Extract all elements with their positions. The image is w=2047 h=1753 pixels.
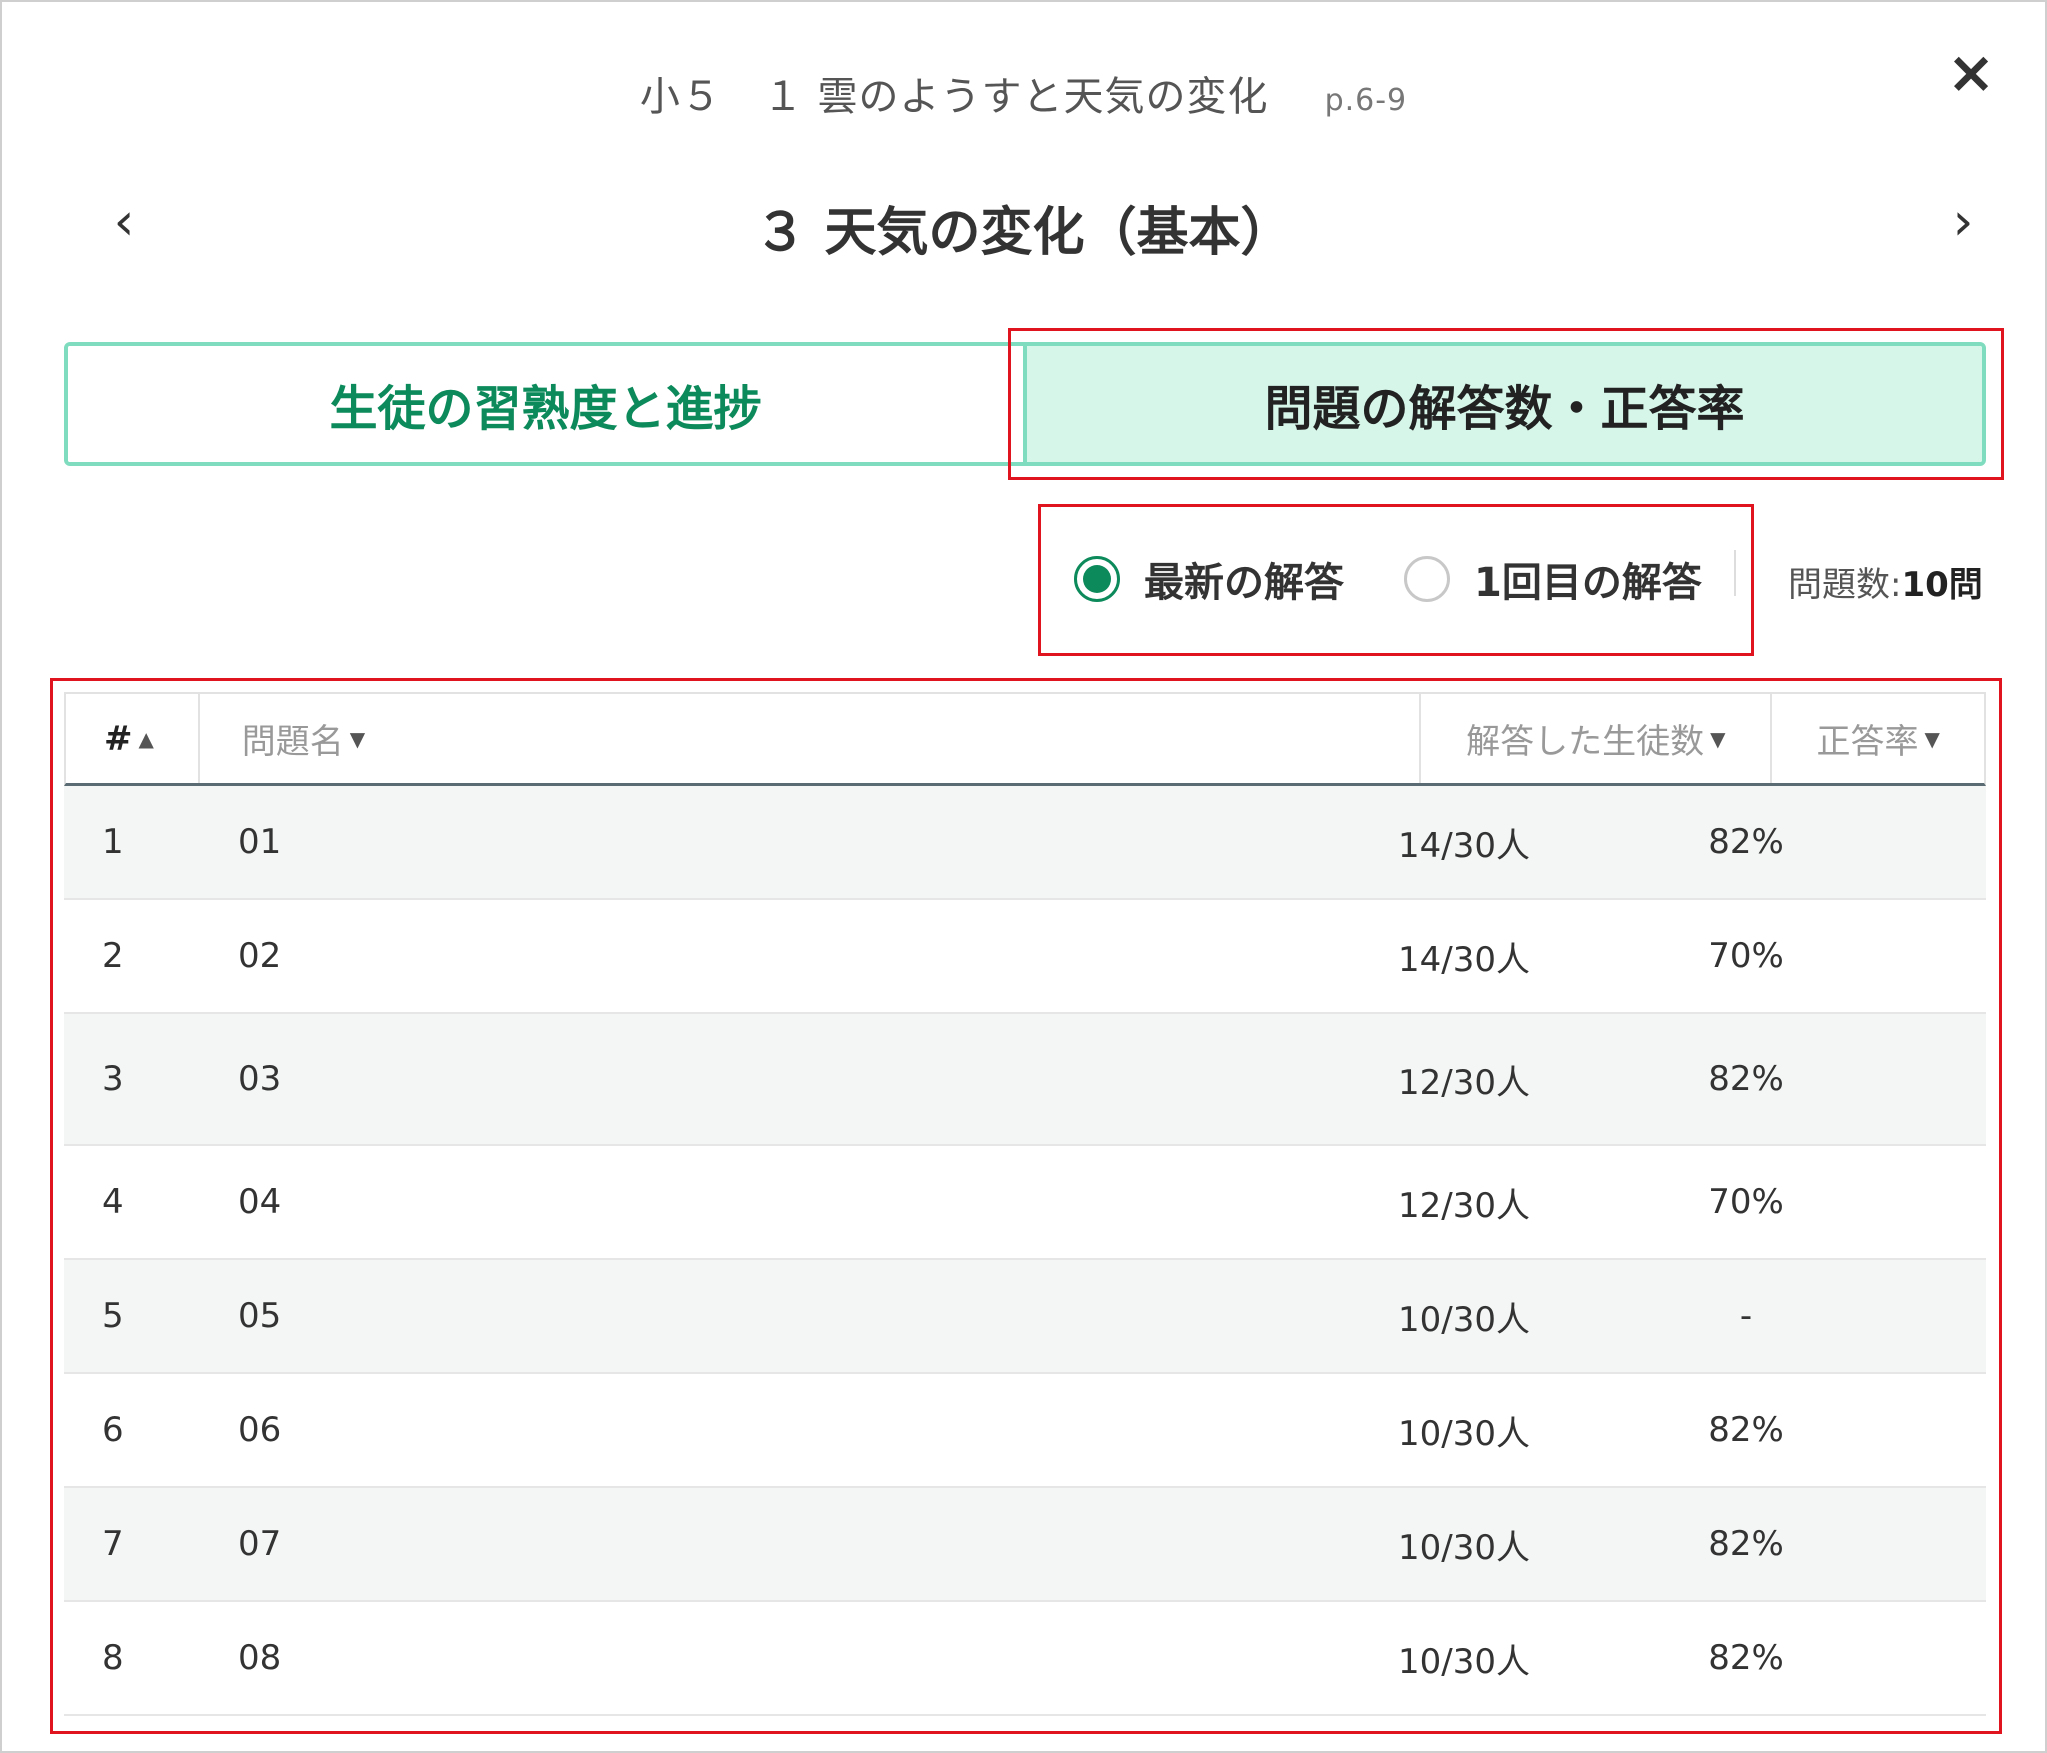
column-header-index[interactable]: # ▲ — [66, 694, 200, 783]
sort-desc-icon: ▼ — [1710, 726, 1726, 751]
question-count-value: 10問 — [1901, 565, 1983, 605]
chevron-right-icon[interactable]: › — [1933, 192, 1993, 252]
radio-checked-icon[interactable] — [1074, 556, 1120, 602]
row-correct-rate: 82% — [1708, 1638, 1784, 1678]
page-range: p.6-9 — [1324, 83, 1408, 118]
table-header: # ▲ 問題名 ▼ 解答した生徒数 ▼ 正答率 ▼ — [64, 692, 1986, 786]
modal-dialog: 小５ １ 雲のようすと天気の変化 p.6-9 × ‹ ３ 天気の変化（基本） › … — [0, 0, 2047, 1753]
tab-answer-stats[interactable]: 問題の解答数・正答率 — [1023, 346, 1982, 462]
tab-student-progress[interactable]: 生徒の習熟度と進捗 — [68, 346, 1023, 462]
column-header-name[interactable]: 問題名 ▼ — [200, 694, 1422, 783]
table-row[interactable]: 6 06 10/30人 82% — [64, 1374, 1986, 1488]
table-row[interactable]: 3 03 12/30人 82% — [64, 1014, 1986, 1146]
row-question-name: 08 — [238, 1638, 282, 1678]
sort-desc-icon: ▼ — [1924, 726, 1940, 751]
page-title: ３ 天気の変化（基本） — [754, 203, 1293, 263]
row-question-name: 06 — [238, 1410, 282, 1450]
row-correct-rate: 82% — [1708, 1410, 1784, 1450]
row-correct-rate: 70% — [1708, 936, 1784, 976]
breadcrumb-text: 小５ １ 雲のようすと天気の変化 — [639, 74, 1269, 120]
radio-label: 1回目の解答 — [1474, 560, 1702, 606]
row-answer-count: 12/30人 — [1398, 1062, 1530, 1103]
row-question-name: 02 — [238, 936, 282, 976]
row-question-name: 05 — [238, 1296, 282, 1336]
divider — [1734, 550, 1736, 596]
row-question-name: 07 — [238, 1524, 282, 1564]
sort-desc-icon: ▼ — [349, 726, 366, 751]
question-count: 問題数:10問 — [1788, 557, 1983, 606]
row-answer-count: 10/30人 — [1398, 1299, 1530, 1340]
row-correct-rate: 82% — [1708, 1524, 1784, 1564]
column-header-answer-count[interactable]: 解答した生徒数 ▼ — [1421, 694, 1773, 783]
row-correct-rate: - — [1739, 1296, 1753, 1336]
table-row[interactable]: 4 04 12/30人 70% — [64, 1146, 1986, 1260]
sort-asc-icon: ▲ — [138, 726, 154, 751]
row-correct-rate: 82% — [1708, 822, 1784, 862]
row-question-name: 04 — [238, 1182, 282, 1222]
row-question-name: 01 — [238, 822, 282, 862]
table-row[interactable]: 8 08 10/30人 82% — [64, 1602, 1986, 1716]
radio-latest-answer[interactable]: 最新の解答 — [1074, 550, 1344, 608]
row-answer-count: 12/30人 — [1398, 1185, 1530, 1226]
table-row[interactable]: 7 07 10/30人 82% — [64, 1488, 1986, 1602]
row-answer-count: 10/30人 — [1398, 1413, 1530, 1454]
radio-first-answer[interactable]: 1回目の解答 — [1404, 550, 1702, 608]
table-row[interactable]: 5 05 10/30人 - — [64, 1260, 1986, 1374]
question-count-label: 問題数: — [1788, 565, 1902, 605]
close-icon[interactable]: × — [1941, 42, 2001, 102]
question-table: # ▲ 問題名 ▼ 解答した生徒数 ▼ 正答率 ▼ 1 01 14/30人 82% 2 … — [64, 692, 1986, 1716]
row-answer-count: 10/30人 — [1398, 1641, 1530, 1682]
column-header-correct-rate[interactable]: 正答率 ▼ — [1772, 694, 1984, 783]
radio-unchecked-icon[interactable] — [1404, 556, 1450, 602]
row-question-name: 03 — [238, 1059, 282, 1099]
row-answer-count: 14/30人 — [1398, 825, 1530, 866]
table-row[interactable]: 1 01 14/30人 82% — [64, 786, 1986, 900]
tab-bar: 生徒の習熟度と進捗 問題の解答数・正答率 — [64, 342, 1986, 466]
row-correct-rate: 82% — [1708, 1059, 1784, 1099]
answer-filter: 最新の解答 1回目の解答 — [1074, 550, 1702, 608]
row-answer-count: 14/30人 — [1398, 939, 1530, 980]
breadcrumb: 小５ １ 雲のようすと天気の変化 p.6-9 — [2, 64, 2045, 122]
row-answer-count: 10/30人 — [1398, 1527, 1530, 1568]
radio-label: 最新の解答 — [1144, 560, 1344, 606]
table-row[interactable]: 2 02 14/30人 70% — [64, 900, 1986, 1014]
row-correct-rate: 70% — [1708, 1182, 1784, 1222]
